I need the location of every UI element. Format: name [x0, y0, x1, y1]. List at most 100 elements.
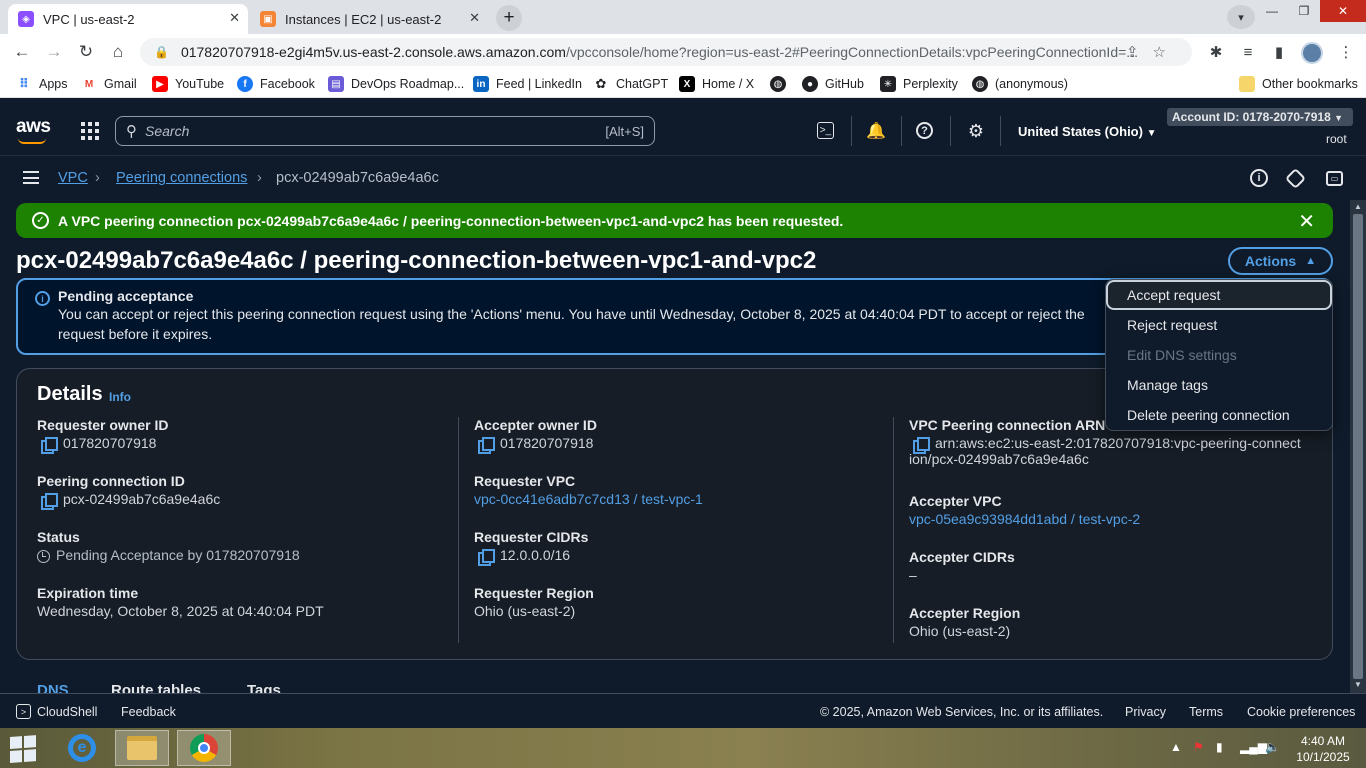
- bookmark-youtube[interactable]: ▶ YouTube: [152, 76, 224, 92]
- scrollbar[interactable]: ▲ ▼: [1350, 200, 1366, 693]
- new-tab-button[interactable]: +: [496, 5, 522, 31]
- menu-item-manage-tags[interactable]: Manage tags: [1106, 370, 1332, 400]
- screen-icon[interactable]: ▭: [1326, 171, 1343, 186]
- field-value: pcx-02499ab7c6a9e4a6c: [63, 491, 221, 507]
- tray-overflow-icon[interactable]: ▲: [1170, 740, 1182, 754]
- account-id-badge[interactable]: Account ID: 0178-2070-7918 ▼: [1167, 108, 1353, 126]
- bookmark-github[interactable]: ● GitHub: [802, 76, 864, 92]
- minimize-icon[interactable]: —: [1256, 0, 1288, 22]
- restore-icon[interactable]: ❐: [1288, 0, 1320, 22]
- browser-tab-vpc[interactable]: ◈ VPC | us-east-2 ✕: [8, 4, 248, 34]
- url-path: /vpcconsole/home?region=us-east-2#Peerin…: [565, 44, 1138, 60]
- user-menu[interactable]: root: [1326, 132, 1347, 146]
- copy-icon[interactable]: [478, 549, 495, 566]
- info-panel-icon[interactable]: i: [1250, 169, 1268, 187]
- browser-menu-icon[interactable]: ⋮: [1336, 42, 1356, 62]
- aws-logo-smile: [18, 138, 46, 144]
- bookmark-chatgpt[interactable]: ✿ ChatGPT: [593, 76, 668, 92]
- bookmark-gmail[interactable]: M Gmail: [81, 76, 137, 92]
- close-icon[interactable]: ✕: [229, 10, 240, 26]
- bookmark-globe[interactable]: ◍: [770, 76, 793, 92]
- side-nav-menu-icon[interactable]: [23, 171, 39, 184]
- side-panel-icon[interactable]: ▮: [1269, 42, 1289, 62]
- feedback-link[interactable]: Feedback: [121, 705, 176, 719]
- bookmark-label: ChatGPT: [616, 77, 669, 91]
- accepter-vpc-link[interactable]: vpc-05ea9c93984dd1abd / test-vpc-2: [909, 511, 1140, 527]
- reading-list-icon[interactable]: ≡: [1238, 42, 1258, 62]
- region-selector[interactable]: United States (Ohio) ▼: [1018, 124, 1156, 139]
- taskbar-clock[interactable]: 4:40 AM 10/1/2025: [1290, 733, 1356, 765]
- menu-item-delete-peering-connection[interactable]: Delete peering connection: [1106, 400, 1332, 430]
- bookmark-devops[interactable]: ▤ DevOps Roadmap...: [328, 76, 464, 92]
- bookmark-label: GitHub: [825, 77, 864, 91]
- share-bookmark-icons[interactable]: ⇪☆: [1126, 43, 1180, 61]
- scroll-up-icon[interactable]: ▲: [1350, 202, 1366, 211]
- youtube-icon: ▶: [152, 76, 168, 92]
- cloudshell-link[interactable]: CloudShell: [37, 705, 97, 719]
- volume-icon[interactable]: 🔈: [1265, 740, 1280, 754]
- actions-button[interactable]: Actions ▲: [1228, 247, 1333, 275]
- bookmark-x[interactable]: X Home / X: [679, 76, 754, 92]
- notifications-bell-icon[interactable]: 🔔: [866, 121, 886, 141]
- search-placeholder: Search: [145, 123, 190, 139]
- aws-logo[interactable]: aws: [16, 116, 51, 138]
- windows-start-icon[interactable]: [10, 735, 38, 763]
- bookmark-linkedin[interactable]: in Feed | LinkedIn: [473, 76, 582, 92]
- tab-title: VPC | us-east-2: [43, 11, 135, 27]
- cloudshell-icon[interactable]: >_: [817, 122, 834, 139]
- window-close-icon[interactable]: ✕: [1320, 0, 1366, 22]
- chrome-icon[interactable]: [177, 730, 231, 766]
- help-icon[interactable]: ?: [916, 122, 933, 139]
- action-center-icon[interactable]: ⚑: [1193, 740, 1204, 754]
- aws-footer: > CloudShell Feedback © 2025, Amazon Web…: [0, 693, 1366, 728]
- address-bar[interactable]: 🔒 017820707918-e2gi4m5v.us-east-2.consol…: [140, 38, 1192, 66]
- bookmark-perplexity[interactable]: ✳ Perplexity: [880, 76, 958, 92]
- close-icon[interactable]: ✕: [469, 10, 480, 26]
- copy-icon[interactable]: [41, 493, 58, 510]
- scrollbar-thumb[interactable]: [1353, 214, 1363, 679]
- url-host: 017820707918-e2gi4m5v.us-east-2.console.…: [180, 44, 566, 60]
- power-icon[interactable]: ▮: [1216, 740, 1223, 754]
- scroll-down-icon[interactable]: ▼: [1350, 680, 1366, 689]
- breadcrumb-current: pcx-02499ab7c6a9e4a6c: [276, 170, 439, 186]
- requester-vpc-link[interactable]: vpc-0cc41e6adb7c7cd13 / test-vpc-1: [474, 491, 703, 507]
- menu-item-edit-dns-settings: Edit DNS settings: [1127, 347, 1237, 363]
- bookmark-apps[interactable]: ⠿ Apps: [16, 76, 68, 92]
- cookie-preferences-link[interactable]: Cookie preferences: [1247, 705, 1355, 719]
- copy-icon[interactable]: [41, 437, 58, 454]
- extensions-icon[interactable]: ✱: [1206, 42, 1226, 62]
- internet-explorer-icon[interactable]: e: [55, 730, 109, 766]
- terms-link[interactable]: Terms: [1189, 705, 1223, 719]
- forward-icon[interactable]: →: [43, 41, 65, 63]
- file-explorer-icon[interactable]: [115, 730, 169, 766]
- field-label: Requester CIDRs: [474, 529, 589, 545]
- dismiss-close-icon[interactable]: ✕: [1298, 209, 1315, 234]
- tab-search-icon[interactable]: ▾: [1227, 5, 1255, 29]
- linkedin-icon: in: [473, 76, 489, 92]
- browser-tab-ec2[interactable]: ▣ Instances | EC2 | us-east-2 ✕: [250, 4, 488, 34]
- privacy-link[interactable]: Privacy: [1125, 705, 1166, 719]
- bookmark-anonymous[interactable]: ◍ (anonymous): [972, 76, 1068, 92]
- bookmark-facebook[interactable]: f Facebook: [237, 76, 315, 92]
- column-divider: [458, 417, 459, 643]
- field-value: –: [909, 567, 917, 583]
- services-grid-icon[interactable]: [81, 122, 99, 140]
- menu-item-accept-request[interactable]: Accept request: [1106, 280, 1332, 310]
- breadcrumb-peering-connections[interactable]: Peering connections: [116, 170, 247, 186]
- breadcrumb-vpc[interactable]: VPC: [58, 170, 88, 186]
- copy-icon[interactable]: [478, 437, 495, 454]
- copy-icon[interactable]: [913, 437, 930, 454]
- bookmark-label: Gmail: [104, 77, 137, 91]
- accepter-vpc-field: Accepter VPC vpc-05ea9c93984dd1abd / tes…: [909, 493, 1140, 527]
- info-link[interactable]: Info: [109, 390, 131, 404]
- settings-gear-icon[interactable]: ⚙: [966, 121, 986, 141]
- globe-icon: ◍: [770, 76, 786, 92]
- profile-avatar[interactable]: [1301, 42, 1323, 64]
- home-icon[interactable]: ⌂: [107, 41, 129, 63]
- other-bookmarks[interactable]: Other bookmarks: [1239, 76, 1358, 92]
- network-icon[interactable]: ▂▄▆: [1240, 740, 1267, 754]
- reload-icon[interactable]: ↻: [75, 41, 97, 63]
- menu-item-reject-request[interactable]: Reject request: [1106, 310, 1332, 340]
- back-icon[interactable]: ←: [11, 41, 33, 63]
- search-input[interactable]: ⚲ Search [Alt+S]: [115, 116, 655, 146]
